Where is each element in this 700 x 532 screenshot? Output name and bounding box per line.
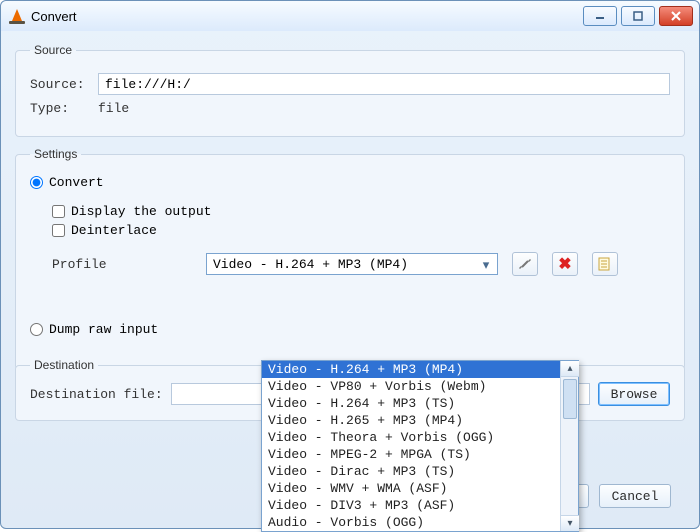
display-output-checkbox[interactable]: Display the output	[52, 204, 670, 219]
profile-selected-text: Video - H.264 + MP3 (MP4)	[213, 257, 408, 272]
source-group: Source Source: Type: file	[15, 43, 685, 137]
display-output-label: Display the output	[71, 204, 211, 219]
convert-radio-input[interactable]	[30, 176, 43, 189]
destination-legend: Destination	[30, 358, 98, 372]
cancel-button[interactable]: Cancel	[599, 484, 671, 508]
scroll-thumb[interactable]	[563, 379, 577, 419]
profile-option[interactable]: Video - DIV3 + MP3 (ASF)	[262, 497, 560, 514]
maximize-button[interactable]	[621, 6, 655, 26]
profile-option[interactable]: Audio - Vorbis (OGG)	[262, 514, 560, 531]
deinterlace-checkbox[interactable]: Deinterlace	[52, 223, 670, 238]
scroll-up-icon[interactable]: ▴	[561, 361, 579, 377]
delete-profile-button[interactable]: ✖	[552, 252, 578, 276]
profile-row: Profile Video - H.264 + MP3 (MP4) ▾ ✖	[52, 252, 670, 276]
vlc-icon	[9, 8, 25, 24]
profile-option[interactable]: Video - H.264 + MP3 (MP4)	[262, 361, 560, 378]
titlebar[interactable]: Convert	[1, 1, 699, 31]
dump-raw-radio[interactable]: Dump raw input	[30, 322, 670, 337]
profile-option[interactable]: Video - H.264 + MP3 (TS)	[262, 395, 560, 412]
new-profile-icon	[597, 256, 613, 272]
source-label: Source:	[30, 77, 98, 92]
profile-option[interactable]: Video - H.265 + MP3 (MP4)	[262, 412, 560, 429]
source-input[interactable]	[98, 73, 670, 95]
source-legend: Source	[30, 43, 76, 57]
wrench-icon	[517, 256, 533, 272]
profile-combobox[interactable]: Video - H.264 + MP3 (MP4) ▾	[206, 253, 498, 275]
profile-dropdown[interactable]: Video - H.264 + MP3 (MP4) Video - VP80 +…	[261, 360, 579, 532]
profile-option[interactable]: Video - Dirac + MP3 (TS)	[262, 463, 560, 480]
profile-option[interactable]: Video - Theora + Vorbis (OGG)	[262, 429, 560, 446]
dump-raw-input[interactable]	[30, 323, 43, 336]
type-value: file	[98, 101, 129, 116]
deinterlace-input[interactable]	[52, 224, 65, 237]
edit-profile-button[interactable]	[512, 252, 538, 276]
minimize-button[interactable]	[583, 6, 617, 26]
display-output-input[interactable]	[52, 205, 65, 218]
type-label: Type:	[30, 101, 98, 116]
window-title: Convert	[31, 9, 77, 24]
profile-option[interactable]: Video - MPEG-2 + MPGA (TS)	[262, 446, 560, 463]
dropdown-scrollbar[interactable]: ▴ ▾	[560, 361, 578, 531]
new-profile-button[interactable]	[592, 252, 618, 276]
convert-radio[interactable]: Convert	[30, 175, 670, 190]
settings-legend: Settings	[30, 147, 81, 161]
profile-label: Profile	[52, 257, 192, 272]
close-button[interactable]	[659, 6, 693, 26]
browse-button[interactable]: Browse	[598, 382, 670, 406]
chevron-down-icon: ▾	[478, 257, 494, 273]
profile-option[interactable]: Video - WMV + WMA (ASF)	[262, 480, 560, 497]
destination-file-label: Destination file:	[30, 387, 163, 402]
profile-option[interactable]: Video - VP80 + Vorbis (Webm)	[262, 378, 560, 395]
convert-window: Convert Source Source: Type: file	[0, 0, 700, 529]
dump-raw-label: Dump raw input	[49, 322, 158, 337]
profile-option-list: Video - H.264 + MP3 (MP4) Video - VP80 +…	[262, 361, 560, 531]
convert-radio-label: Convert	[49, 175, 104, 190]
deinterlace-label: Deinterlace	[71, 223, 157, 238]
delete-icon: ✖	[558, 254, 571, 274]
